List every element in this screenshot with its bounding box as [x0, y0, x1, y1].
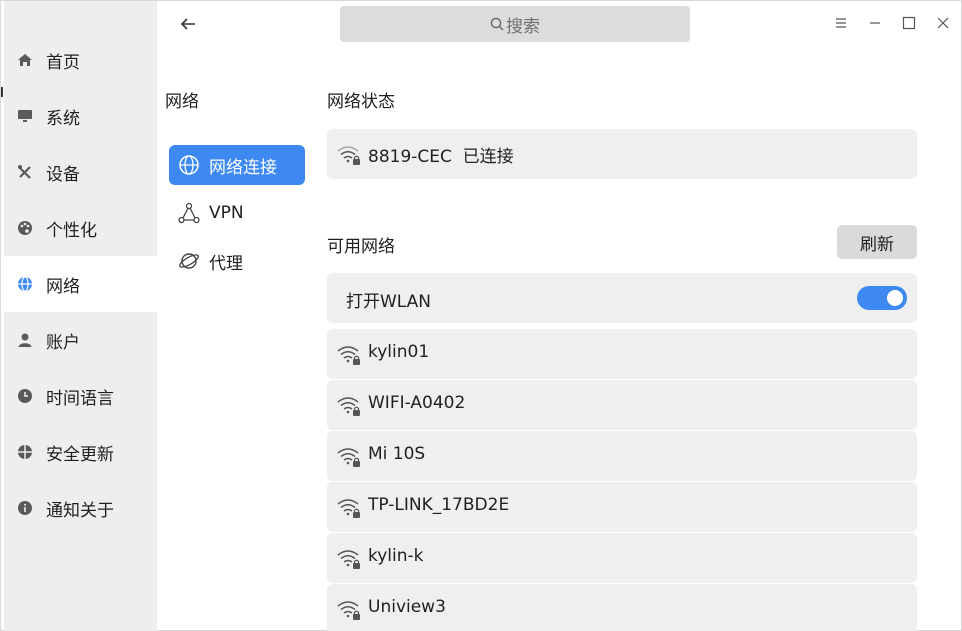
sidebar-item-label: 时间语言: [46, 388, 114, 409]
sidebar-item-label: 通知关于: [46, 500, 114, 521]
network-status-title: 网络状态: [327, 92, 395, 112]
info-icon: [18, 501, 32, 515]
subnav-proxy[interactable]: 代理: [169, 241, 305, 281]
close-icon[interactable]: [935, 15, 951, 31]
sidebar-item-devices[interactable]: 设备: [4, 144, 157, 200]
connected-network-card[interactable]: 8819-CEC 已连接: [327, 129, 917, 179]
user-icon: [18, 333, 32, 347]
panel-title: 网络: [165, 92, 199, 112]
wlan-toggle[interactable]: [857, 286, 907, 310]
network-list-item[interactable]: kylin01: [327, 329, 917, 379]
settings-window: 首页 系统 设备 个性化 网络 账户 时间语言 安全更新 通知关于 搜索 网络 …: [0, 0, 962, 631]
wlan-label: 打开WLAN: [346, 292, 432, 312]
wifi-lock-icon: [337, 397, 360, 416]
palette-icon: [18, 221, 32, 235]
sidebar-item-label: 账户: [46, 332, 80, 353]
clock-icon: [18, 389, 32, 403]
search-icon: [490, 17, 504, 31]
network-list-item[interactable]: WIFI-A0402: [327, 380, 917, 430]
globe-icon: [179, 155, 199, 175]
toggle-knob: [887, 290, 903, 306]
shield-icon: [18, 445, 32, 459]
home-icon: [18, 54, 32, 66]
wifi-lock-icon: [337, 550, 360, 569]
sidebar-item-label: 安全更新: [46, 444, 114, 465]
planet-icon: [179, 253, 199, 269]
network-list-item[interactable]: Uniview3: [327, 584, 917, 631]
subnav-label: VPN: [209, 203, 244, 223]
wifi-lock-icon: [337, 448, 360, 467]
network-list-item[interactable]: kylin-k: [327, 533, 917, 583]
sidebar-item-system[interactable]: 系统: [4, 88, 157, 144]
network-name: Mi 10S: [368, 444, 426, 464]
subnav-vpn[interactable]: VPN: [169, 193, 305, 233]
search-input[interactable]: 搜索: [340, 6, 690, 42]
network-name: Uniview3: [368, 597, 446, 617]
wifi-lock-icon: [337, 601, 360, 620]
sidebar-item-notify-about[interactable]: 通知关于: [4, 480, 157, 536]
sidebar-item-label: 网络: [46, 276, 80, 297]
subnav-label: 网络连接: [209, 157, 277, 178]
sidebar-item-security-update[interactable]: 安全更新: [4, 424, 157, 480]
search-placeholder: 搜索: [506, 16, 540, 37]
tools-icon: [18, 165, 31, 179]
network-list-item[interactable]: TP-LINK_17BD2E: [327, 482, 917, 532]
sidebar-item-label: 设备: [46, 164, 80, 185]
network-name: kylin-k: [368, 546, 424, 566]
network-name: WIFI-A0402: [368, 393, 466, 413]
wlan-toggle-row: 打开WLAN: [327, 273, 917, 323]
wifi-lock-icon: [337, 499, 360, 518]
sidebar-item-account[interactable]: 账户: [4, 312, 157, 368]
sidebar-item-personalize[interactable]: 个性化: [4, 200, 157, 256]
edge-mark: [1, 87, 3, 97]
network-name: TP-LINK_17BD2E: [368, 495, 510, 515]
refresh-button[interactable]: 刷新: [837, 225, 917, 259]
minimize-icon[interactable]: [867, 15, 883, 31]
sidebar-item-time-language[interactable]: 时间语言: [4, 368, 157, 424]
network-name: kylin01: [368, 342, 430, 362]
maximize-icon[interactable]: [901, 15, 917, 31]
monitor-icon: [18, 110, 32, 122]
network-list-item[interactable]: Mi 10S: [327, 431, 917, 481]
globe-icon: [18, 276, 32, 292]
wifi-lock-icon: [337, 346, 360, 365]
available-networks-title: 可用网络: [327, 237, 395, 257]
wifi-lock-icon: [337, 146, 360, 165]
sidebar-item-label: 系统: [46, 108, 80, 129]
sidebar-item-label: 个性化: [46, 220, 97, 241]
sidebar-item-network[interactable]: 网络: [4, 256, 157, 312]
subnav-label: 代理: [209, 253, 243, 274]
connected-network-name: 8819-CEC 已连接: [368, 147, 514, 167]
sidebar-item-home[interactable]: 首页: [4, 32, 157, 88]
subnav-network-connection[interactable]: 网络连接: [169, 145, 305, 185]
menu-icon[interactable]: [833, 15, 849, 31]
back-arrow-icon[interactable]: [177, 13, 199, 35]
vpn-icon: [178, 202, 200, 224]
sidebar-item-label: 首页: [46, 52, 80, 73]
